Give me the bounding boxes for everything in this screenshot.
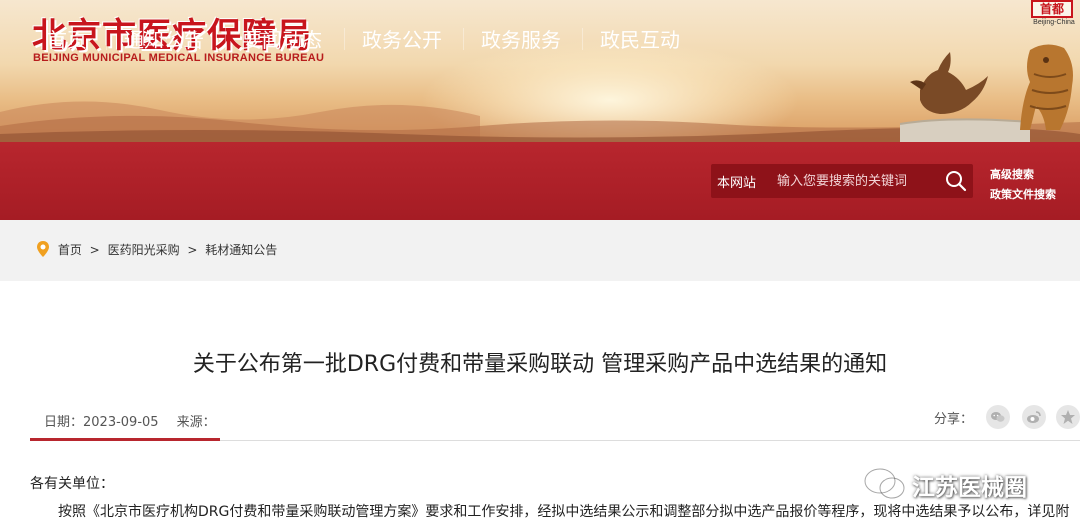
search-scope-label[interactable]: 本网站 xyxy=(717,172,756,191)
breadcrumb-separator: > xyxy=(187,243,198,257)
share-label: 分享： xyxy=(934,412,974,427)
qzone-share-button[interactable] xyxy=(1056,405,1080,429)
nav-separator xyxy=(463,28,464,50)
nav-item-interaction[interactable]: 政民互动 xyxy=(600,24,680,54)
article-meta: 日期：2023-09-05 来源： xyxy=(44,411,216,430)
article-paragraph: 按照《北京市医疗机构DRG付费和带量采购联动管理方案》要求和工作安排，经拟中选结… xyxy=(58,504,1070,520)
nav-item-notices[interactable]: 通知公告 xyxy=(124,24,204,54)
policy-search-link[interactable]: 政策文件搜索 xyxy=(990,186,1056,202)
location-pin-icon xyxy=(37,241,49,257)
breadcrumb-separator: > xyxy=(89,243,100,257)
weibo-share-button[interactable] xyxy=(1022,405,1046,429)
wechat-icon xyxy=(991,412,1005,422)
weibo-icon xyxy=(1027,411,1041,423)
watermark-text: 江苏医械圈 xyxy=(912,475,1027,501)
breadcrumb-procurement[interactable]: 医药阳光采购 xyxy=(108,243,180,257)
article-addressee: 各有关单位： xyxy=(30,476,114,492)
search-input[interactable] xyxy=(777,168,937,194)
meta-divider-accent xyxy=(30,438,220,441)
breadcrumb: 首页 > 医药阳光采购 > 耗材通知公告 xyxy=(36,240,277,258)
breadcrumb-consumables[interactable]: 耗材通知公告 xyxy=(205,243,277,257)
page: 北京市医疗保障局 BEIJING MUNICIPAL MEDICAL INSUR… xyxy=(0,0,1080,531)
nav-separator xyxy=(344,28,345,50)
bronze-statue-icon xyxy=(899,44,1073,142)
seal-glyph: 首都 xyxy=(1031,0,1073,18)
capital-seal-logo: 首都 Beijing-China xyxy=(1028,0,1080,32)
article-source: 来源： xyxy=(176,415,216,430)
wechat-share-button[interactable] xyxy=(986,405,1010,429)
article-date: 日期：2023-09-05 xyxy=(44,415,159,430)
site-search-box: 本网站 xyxy=(711,164,973,198)
qzone-star-icon xyxy=(1061,410,1075,424)
nav-item-services[interactable]: 政务服务 xyxy=(481,24,561,54)
breadcrumb-home[interactable]: 首页 xyxy=(58,243,82,257)
nav-item-home[interactable]: 首页 xyxy=(47,24,87,54)
nav-item-open-government[interactable]: 政务公开 xyxy=(362,24,442,54)
article-title: 关于公布第一批DRG付费和带量采购联动 管理采购产品中选结果的通知 xyxy=(192,352,888,377)
nav-item-news[interactable]: 要闻动态 xyxy=(242,24,322,54)
search-icon[interactable] xyxy=(943,168,969,194)
seal-caption: Beijing-China xyxy=(1033,19,1075,26)
nav-separator xyxy=(106,28,107,50)
header-banner: 北京市医疗保障局 BEIJING MUNICIPAL MEDICAL INSUR… xyxy=(0,0,1080,142)
wechat-watermark-icon xyxy=(863,467,906,500)
advanced-search-link[interactable]: 高级搜索 xyxy=(990,166,1034,182)
nav-separator xyxy=(225,28,226,50)
nav-separator xyxy=(582,28,583,50)
